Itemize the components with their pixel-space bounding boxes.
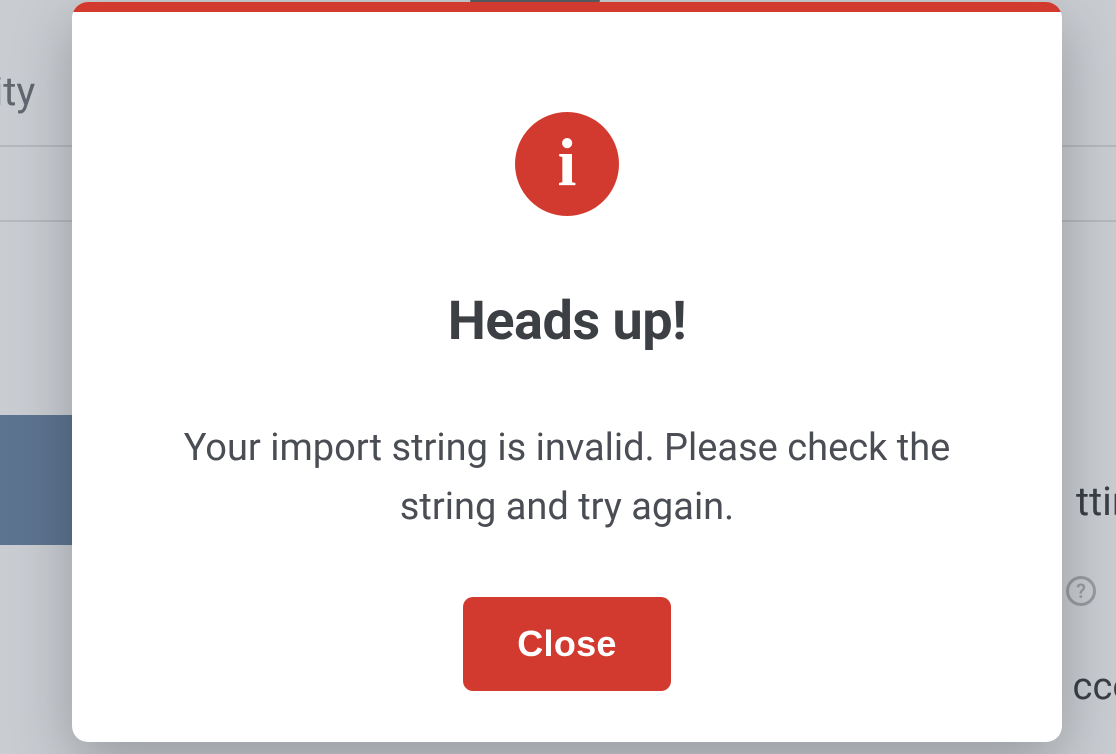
background-text-fragment: ttin <box>1076 478 1116 525</box>
help-icon[interactable]: ? <box>1066 576 1096 606</box>
info-icon: i <box>515 112 619 216</box>
info-icon-glyph: i <box>558 128 577 196</box>
modal-accent-bar <box>72 2 1062 12</box>
alert-modal: i Heads up! Your import string is invali… <box>72 2 1062 742</box>
background-text-fragment: cco <box>1073 665 1116 709</box>
close-button[interactable]: Close <box>463 597 671 691</box>
active-sidebar-indicator <box>0 415 74 545</box>
modal-title: Heads up! <box>448 290 686 353</box>
modal-body-text: Your import string is invalid. Please ch… <box>157 419 977 537</box>
sidebar-text-fragment: rity <box>0 68 35 115</box>
